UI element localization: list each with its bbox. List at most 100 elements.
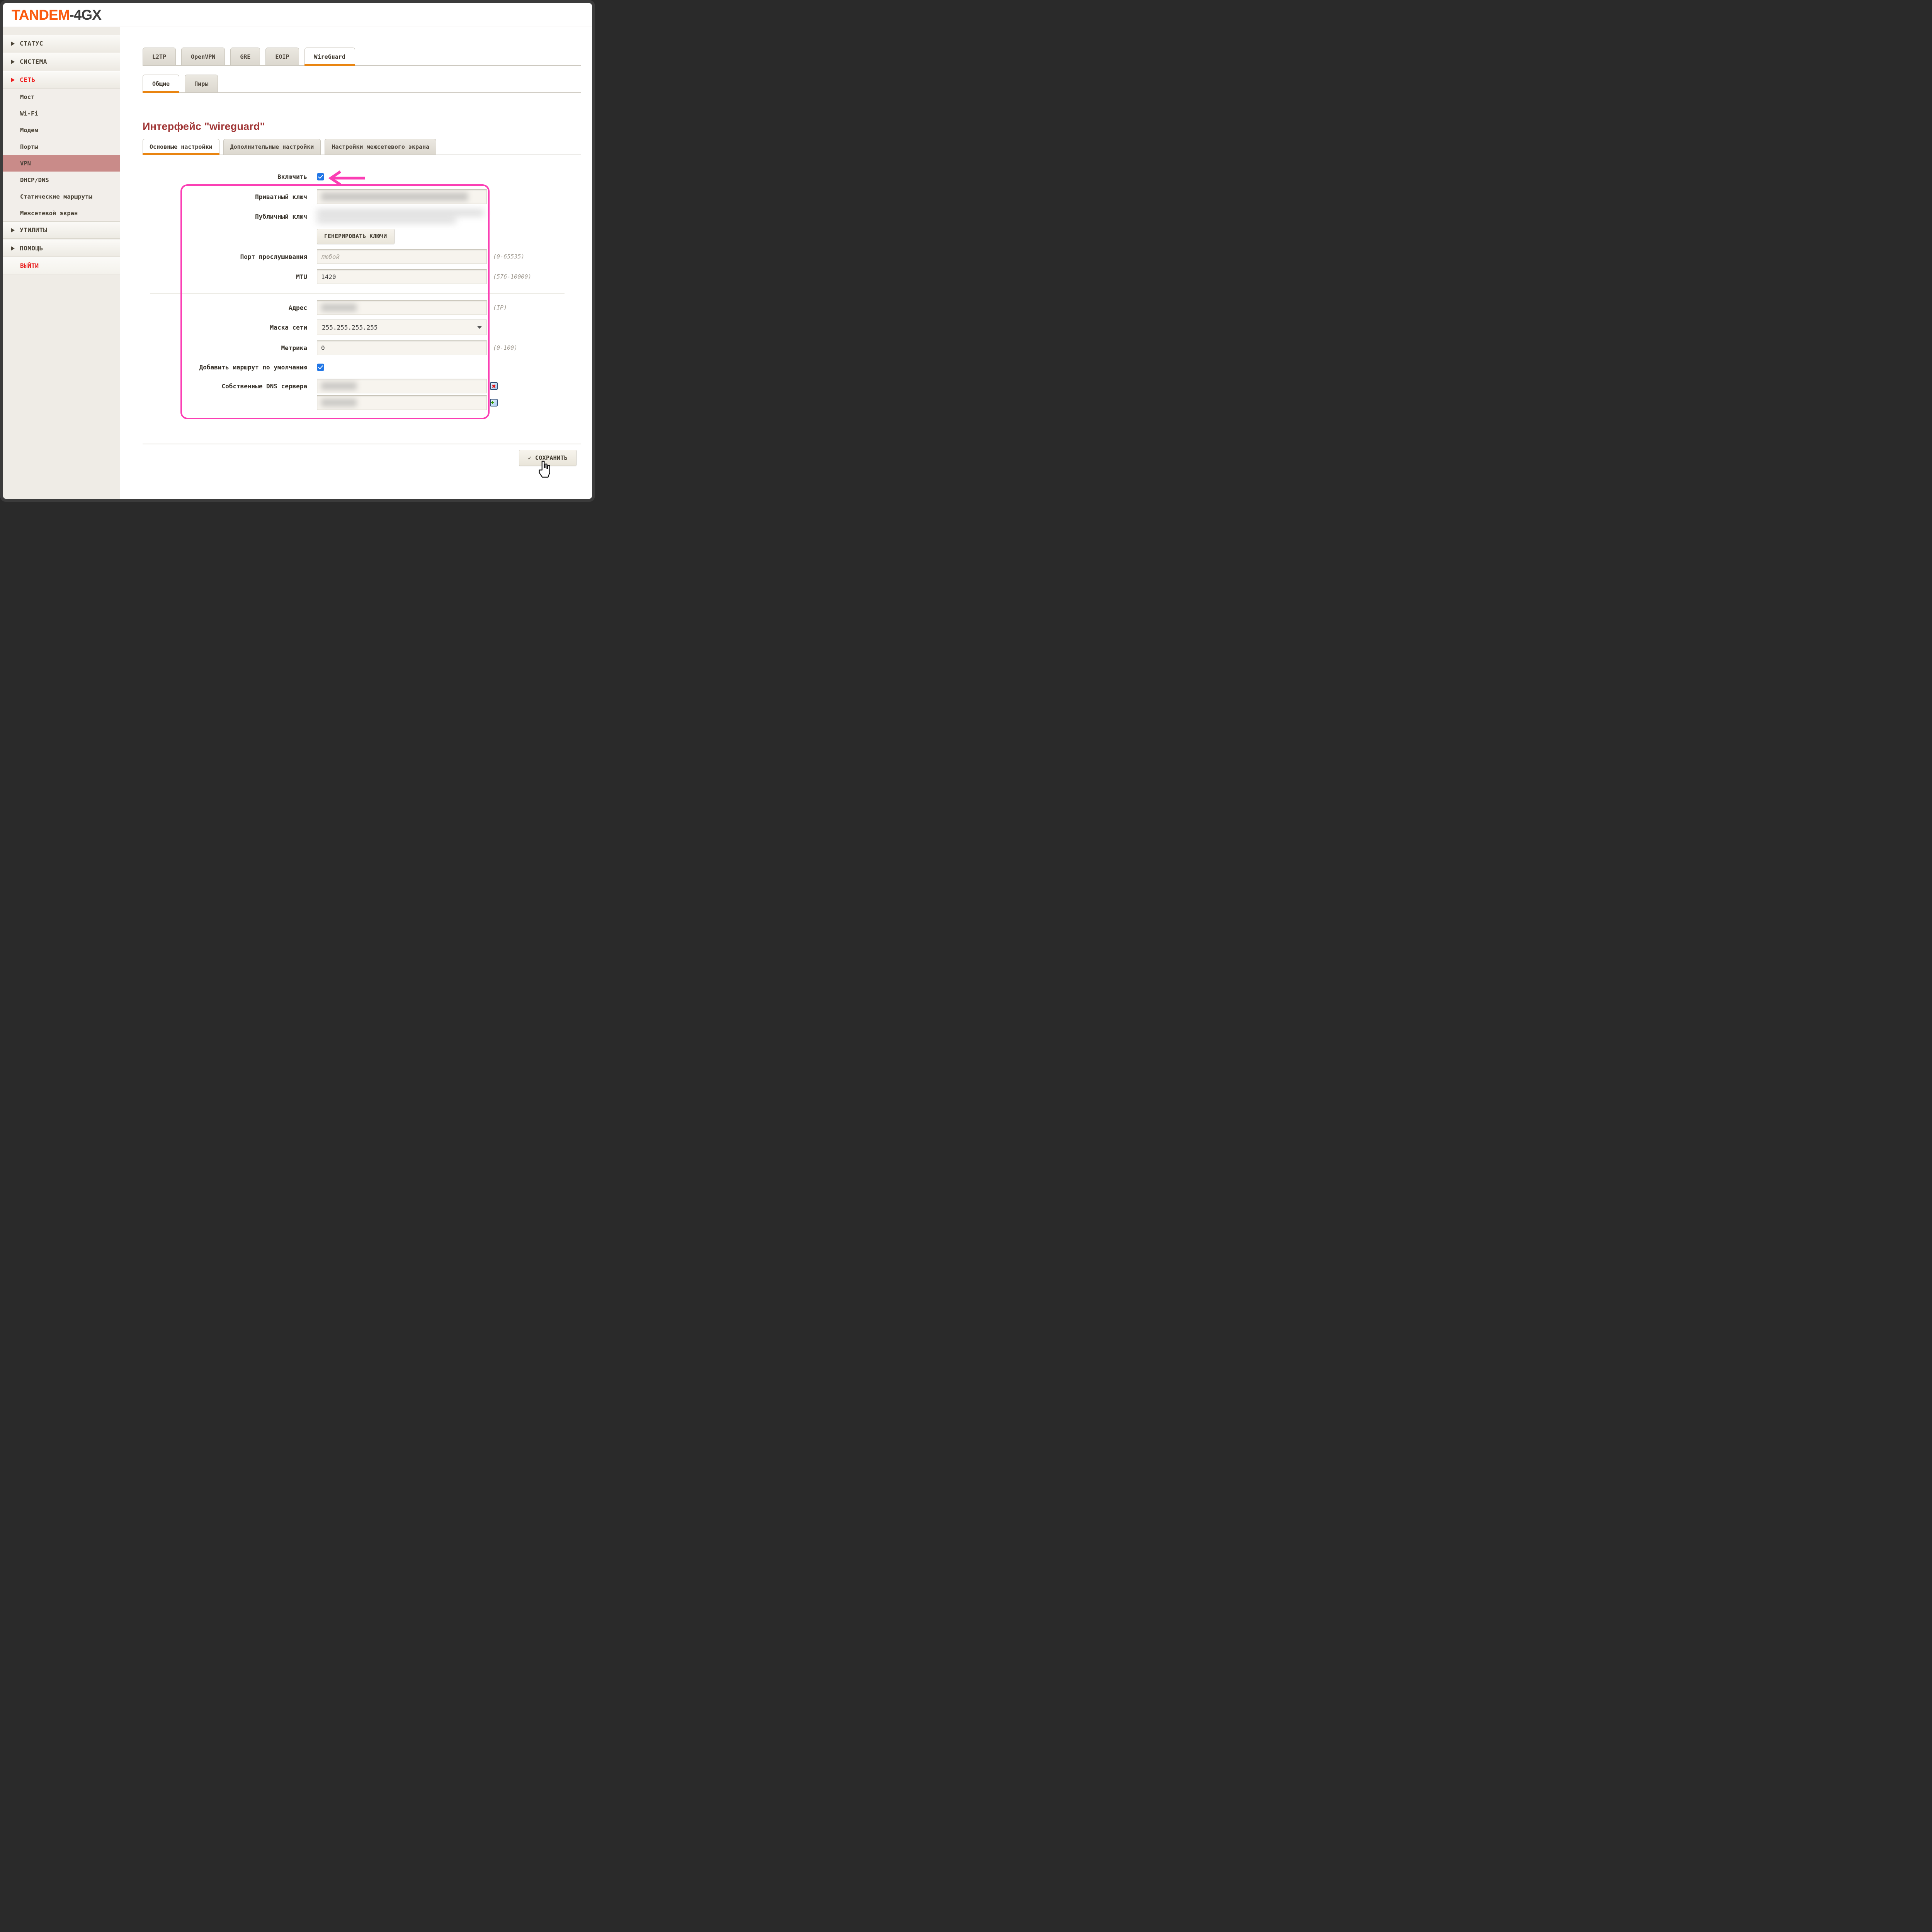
tab-label: WireGuard xyxy=(314,53,345,60)
sidebar-item-label: УТИЛИТЫ xyxy=(20,226,47,234)
tab-openvpn[interactable]: OpenVPN xyxy=(181,48,225,65)
add-dns-icon[interactable] xyxy=(490,399,498,406)
tab-firewall-settings[interactable]: Настройки межсетевого экрана xyxy=(325,139,436,155)
listen-port-input[interactable] xyxy=(317,249,487,264)
save-button[interactable]: ✓ СОХРАНИТЬ xyxy=(519,450,577,466)
sidebar-item-label: ВЫЙТИ xyxy=(20,262,39,269)
enable-label: Включить xyxy=(143,173,307,180)
sidebar-item-label: СЕТЬ xyxy=(20,76,36,83)
default-route-checkbox[interactable] xyxy=(317,364,324,371)
app-header: TANDEM-4GX xyxy=(3,3,592,27)
sidebar-item-utilities[interactable]: УТИЛИТЫ xyxy=(3,221,120,239)
tab-label: Настройки межсетевого экрана xyxy=(332,143,429,150)
listen-port-label: Порт прослушивания xyxy=(143,253,307,260)
netmask-label: Маска сети xyxy=(143,324,307,331)
public-key-value xyxy=(317,208,487,225)
sidebar-item-label: Порты xyxy=(20,143,38,150)
tab-gre[interactable]: GRE xyxy=(230,48,260,65)
page-title: Интерфейс "wireguard" xyxy=(143,121,581,133)
sidebar-item-static-routes[interactable]: Статические маршруты xyxy=(3,188,120,205)
metric-hint: (0-100) xyxy=(493,344,517,351)
tab-label: Пиры xyxy=(194,80,208,87)
default-route-label: Добавить маршрут по умолчанию xyxy=(143,364,307,371)
tab-label: Дополнительные настройки xyxy=(230,143,314,150)
save-row: ✓ СОХРАНИТЬ xyxy=(143,450,581,466)
generate-keys-button[interactable]: ГЕНЕРИРОВАТЬ КЛЮЧИ xyxy=(317,229,395,244)
app-body: СТАТУС СИСТЕМА СЕТЬ Мост Wi-Fi Модем xyxy=(3,27,592,499)
tab-general[interactable]: Общие xyxy=(143,75,179,92)
sidebar-item-system[interactable]: СИСТЕМА xyxy=(3,53,120,70)
public-key-label: Публичный ключ xyxy=(143,213,307,220)
dns-input-1[interactable] xyxy=(317,379,487,393)
sidebar: СТАТУС СИСТЕМА СЕТЬ Мост Wi-Fi Модем xyxy=(3,27,120,499)
tab-wireguard[interactable]: WireGuard xyxy=(304,48,355,65)
sidebar-item-network[interactable]: СЕТЬ xyxy=(3,71,120,88)
redacted-value xyxy=(321,304,357,311)
redacted-value xyxy=(321,399,357,406)
sidebar-item-label: Межсетевой экран xyxy=(20,210,78,217)
redacted-value xyxy=(317,210,484,216)
default-route-row: Добавить маршрут по умолчанию xyxy=(143,364,581,371)
wireguard-form: Включить Приватный ключ Публичный ключ xyxy=(143,173,581,410)
sidebar-item-label: VPN xyxy=(20,160,31,167)
wireguard-subtab-strip: Общие Пиры xyxy=(143,75,581,93)
tab-label: L2TP xyxy=(152,53,166,60)
redacted-value xyxy=(317,218,456,223)
logo: TANDEM-4GX xyxy=(12,8,101,22)
metric-row: Метрика (0-100) xyxy=(143,340,581,355)
metric-input[interactable] xyxy=(317,340,487,355)
sidebar-item-help[interactable]: ПОМОЩЬ xyxy=(3,240,120,257)
main-content: L2TP OpenVPN GRE EOIP WireGuard Общие Пи… xyxy=(120,27,592,499)
sidebar-item-bridge[interactable]: Мост xyxy=(3,88,120,105)
sidebar-item-dhcp-dns[interactable]: DHCP/DNS xyxy=(3,172,120,188)
triangle-right-icon xyxy=(11,246,15,251)
sidebar-item-logout[interactable]: ВЫЙТИ xyxy=(3,257,120,274)
listen-port-hint: (0-65535) xyxy=(493,253,524,260)
netmask-value: 255.255.255.255 xyxy=(322,324,378,331)
tab-label: OpenVPN xyxy=(191,53,215,60)
dns-input-2[interactable] xyxy=(317,395,487,410)
divider xyxy=(150,293,565,294)
sidebar-item-label: Мост xyxy=(20,94,34,100)
chevron-down-icon xyxy=(477,326,482,329)
tab-label: EOIP xyxy=(275,53,289,60)
tab-basic-settings[interactable]: Основные настройки xyxy=(143,139,219,155)
address-input[interactable] xyxy=(317,300,487,315)
listen-port-row: Порт прослушивания (0-65535) xyxy=(143,249,581,264)
sidebar-item-status[interactable]: СТАТУС xyxy=(3,35,120,52)
sidebar-item-label: Модем xyxy=(20,127,38,134)
public-key-row: Публичный ключ xyxy=(143,208,581,225)
tab-advanced-settings[interactable]: Дополнительные настройки xyxy=(223,139,321,155)
sidebar-item-modem[interactable]: Модем xyxy=(3,122,120,138)
sidebar-item-firewall[interactable]: Межсетевой экран xyxy=(3,205,120,221)
triangle-right-icon xyxy=(11,41,15,46)
button-label: СОХРАНИТЬ xyxy=(535,454,568,461)
dns-label: Собственные DNS сервера xyxy=(143,383,307,390)
netmask-select[interactable]: 255.255.255.255 xyxy=(317,320,487,335)
private-key-input[interactable] xyxy=(317,189,487,204)
screenshot-frame: TANDEM-4GX СТАТУС СИСТЕМА СЕТЬ Мост Wi xyxy=(0,0,595,502)
sidebar-item-label: ПОМОЩЬ xyxy=(20,245,43,252)
tab-l2tp[interactable]: L2TP xyxy=(143,48,176,65)
enable-checkbox[interactable] xyxy=(317,173,324,180)
vpn-tab-strip: L2TP OpenVPN GRE EOIP WireGuard xyxy=(143,48,581,66)
sidebar-item-ports[interactable]: Порты xyxy=(3,138,120,155)
sidebar-item-label: СИСТЕМА xyxy=(20,58,47,65)
redacted-value xyxy=(321,382,357,390)
tab-peers[interactable]: Пиры xyxy=(185,75,218,92)
triangle-right-icon xyxy=(11,78,15,82)
triangle-right-icon xyxy=(11,228,15,233)
tab-eoip[interactable]: EOIP xyxy=(265,48,299,65)
metric-label: Метрика xyxy=(143,344,307,352)
mtu-input[interactable] xyxy=(317,269,487,284)
sidebar-item-vpn[interactable]: VPN xyxy=(3,155,120,172)
private-key-label: Приватный ключ xyxy=(143,193,307,201)
tab-label: GRE xyxy=(240,53,250,60)
router-admin-app: TANDEM-4GX СТАТУС СИСТЕМА СЕТЬ Мост Wi xyxy=(3,3,592,499)
mtu-label: MTU xyxy=(143,273,307,281)
address-row: Адрес (IP) xyxy=(143,300,581,315)
logo-suffix: -4GX xyxy=(70,7,101,23)
address-hint: (IP) xyxy=(493,304,507,311)
sidebar-item-wifi[interactable]: Wi-Fi xyxy=(3,105,120,122)
remove-dns-icon[interactable] xyxy=(490,382,498,390)
